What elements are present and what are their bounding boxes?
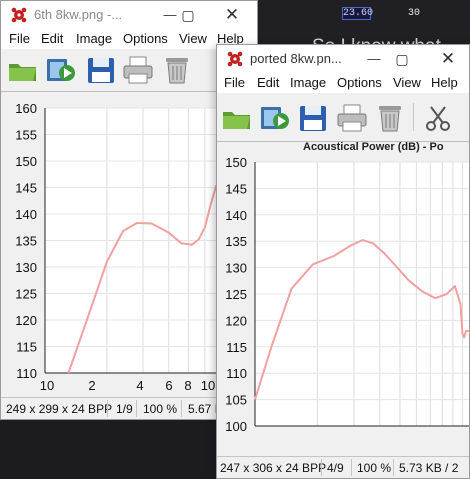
save-icon[interactable] xyxy=(85,55,117,85)
y-tick-label: 145 xyxy=(15,181,37,196)
x-tick-label: 10 xyxy=(40,378,54,393)
y-tick-label: 115 xyxy=(16,340,37,355)
toolbar xyxy=(217,93,469,135)
title-bar[interactable]: 6th 8kw.png -... — ▢ ✕ xyxy=(1,1,257,29)
x-tick-label: 4 xyxy=(136,378,143,393)
y-tick-label: 125 xyxy=(15,287,37,302)
status-page: 1/9 xyxy=(116,402,133,416)
menu-edit[interactable]: Edit xyxy=(41,31,63,46)
status-divider xyxy=(181,400,182,417)
y-tick-label: 155 xyxy=(15,128,37,143)
maximize-button[interactable]: ▢ xyxy=(385,45,419,73)
menu-image[interactable]: Image xyxy=(290,75,326,90)
irfanview-app-icon xyxy=(11,7,27,23)
y-tick-label: 105 xyxy=(225,393,247,408)
acoustical-power-chart: 150 145 140 135 130 125 120 115 110 105 100 Acousti… xyxy=(225,142,469,434)
status-divider xyxy=(393,459,394,476)
y-tick-label: 140 xyxy=(15,207,37,222)
print-icon[interactable] xyxy=(336,103,368,133)
y-tick-label: 120 xyxy=(225,313,247,328)
y-tick-label: 150 xyxy=(15,154,37,169)
save-icon[interactable] xyxy=(297,103,329,133)
background-field-value[interactable]: 23.60 xyxy=(342,7,373,20)
image-canvas[interactable]: 150 145 140 135 130 125 120 115 110 105 100 Acousti… xyxy=(217,141,469,455)
status-zoom: 100 % xyxy=(143,402,178,416)
y-tick-label: 120 xyxy=(15,313,37,328)
menu-view[interactable]: View xyxy=(393,75,421,90)
y-tick-label: 145 xyxy=(225,181,247,196)
y-tick-label: 130 xyxy=(225,261,247,276)
slideshow-icon[interactable] xyxy=(45,55,77,85)
toolbar-divider xyxy=(413,103,414,131)
irfanview-app-icon xyxy=(227,51,243,67)
menu-image[interactable]: Image xyxy=(76,31,112,46)
print-icon[interactable] xyxy=(122,55,154,85)
menu-file[interactable]: File xyxy=(9,31,30,46)
y-tick-label: 135 xyxy=(225,234,247,249)
y-tick-label: 125 xyxy=(225,287,247,302)
title-bar[interactable]: ported 8kw.pn... — ▢ ✕ xyxy=(217,45,469,73)
status-dimensions: 247 x 306 x 24 BPP xyxy=(220,461,327,475)
close-button[interactable]: ✕ xyxy=(431,45,465,73)
status-divider xyxy=(107,400,108,417)
status-divider xyxy=(351,459,352,476)
delete-icon[interactable] xyxy=(161,55,193,85)
chart-title: Acoustical Power (dB) - Po xyxy=(303,142,444,153)
image-viewer-window-2[interactable]: ported 8kw.pn... — ▢ ✕ File Edit Image O… xyxy=(216,44,470,479)
status-dimensions: 249 x 299 x 24 BPP xyxy=(6,402,113,416)
status-divider xyxy=(321,459,322,476)
maximize-button[interactable]: ▢ xyxy=(171,1,205,29)
status-page: 4/9 xyxy=(327,461,344,475)
window-title: 6th 8kw.png -... xyxy=(34,7,123,22)
y-tick-label: 130 xyxy=(15,260,37,275)
y-tick-label: 110 xyxy=(16,366,37,381)
open-folder-icon[interactable] xyxy=(221,103,253,133)
menu-view[interactable]: View xyxy=(179,31,207,46)
menu-help[interactable]: Help xyxy=(431,75,458,90)
status-divider xyxy=(136,400,137,417)
y-tick-label: 100 xyxy=(225,419,247,434)
x-tick-label: 10 xyxy=(201,378,215,393)
menu-options[interactable]: Options xyxy=(123,31,168,46)
y-tick-label: 150 xyxy=(225,155,247,170)
x-tick-label: 6 xyxy=(165,378,172,393)
status-zoom: 100 % xyxy=(357,461,392,475)
x-tick-label: 2 xyxy=(88,378,95,393)
close-button[interactable]: ✕ xyxy=(215,1,249,29)
slideshow-icon[interactable] xyxy=(259,103,291,133)
background-column-value: 30 xyxy=(408,8,421,19)
y-tick-label: 160 xyxy=(15,101,37,116)
status-bar: 247 x 306 x 24 BPP 4/9 100 % 5.73 KB / 2 xyxy=(217,456,469,478)
delete-icon[interactable] xyxy=(374,103,406,133)
y-tick-label: 115 xyxy=(226,340,247,355)
cut-icon[interactable] xyxy=(422,103,454,133)
open-folder-icon[interactable] xyxy=(7,55,39,85)
menu-bar: File Edit Image Options View Help xyxy=(217,73,469,93)
menu-file[interactable]: File xyxy=(224,75,245,90)
desktop: 23.60 30 So I know what 6th 8kw.png -...… xyxy=(0,0,470,479)
y-tick-label: 135 xyxy=(15,234,37,249)
menu-edit[interactable]: Edit xyxy=(257,75,279,90)
y-tick-label: 110 xyxy=(226,366,247,381)
y-tick-label: 140 xyxy=(225,208,247,223)
window-title: ported 8kw.pn... xyxy=(250,51,342,66)
x-tick-label: 8 xyxy=(184,378,191,393)
status-file-size: 5.73 KB / 2 xyxy=(399,461,459,475)
menu-options[interactable]: Options xyxy=(337,75,382,90)
